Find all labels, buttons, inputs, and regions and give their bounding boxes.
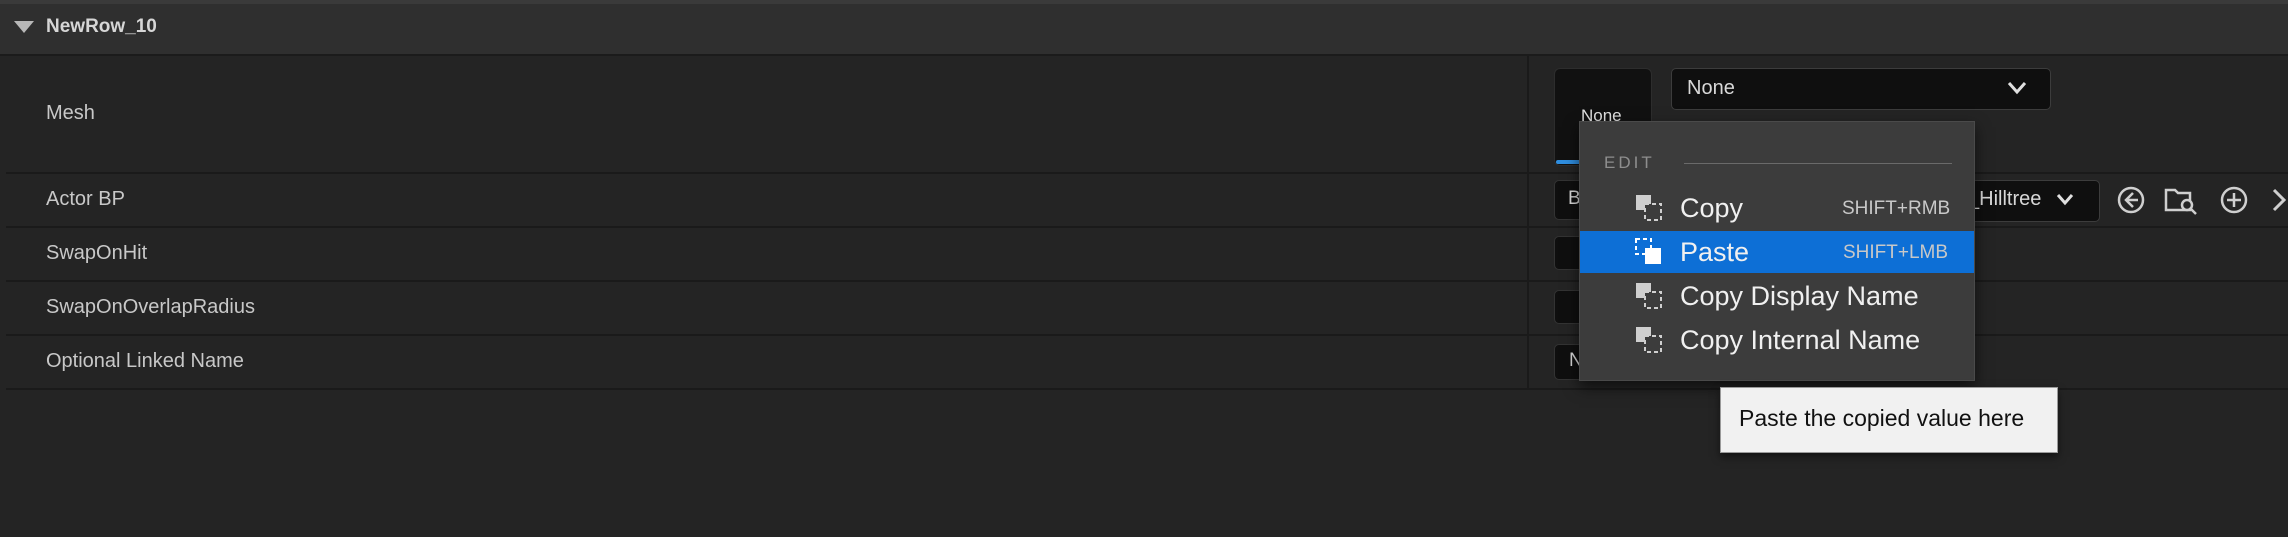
- actor-bp-asset-combo-value: _Hilltree: [1968, 188, 2042, 210]
- chevron-down-icon: [2007, 82, 2027, 95]
- use-selected-arrow-icon[interactable]: [2115, 184, 2147, 216]
- property-label-swap-on-hit: SwapOnHit: [46, 242, 148, 264]
- paste-icon: [1635, 238, 1661, 264]
- browse-folder-search-icon[interactable]: [2163, 182, 2199, 216]
- menu-item-copy-label: Copy: [1680, 193, 1744, 223]
- category-title: NewRow_10: [46, 16, 157, 37]
- column-divider[interactable]: [1527, 56, 1529, 388]
- menu-item-paste-shortcut: SHIFT+LMB: [1843, 242, 1949, 263]
- chevron-right-icon[interactable]: [2270, 186, 2288, 214]
- property-label-swap-on-overlap-radius: SwapOnOverlapRadius: [46, 296, 255, 318]
- menu-section-separator: [1684, 163, 1952, 164]
- category-header[interactable]: [0, 0, 2288, 56]
- property-label-mesh: Mesh: [46, 102, 95, 124]
- copy-icon: [1636, 327, 1662, 353]
- menu-item-paste-label: Paste: [1680, 237, 1750, 267]
- add-plus-circle-icon[interactable]: [2218, 184, 2250, 216]
- property-label-optional-linked-name: Optional Linked Name: [46, 350, 244, 372]
- mesh-asset-combo-value: None: [1687, 77, 1735, 99]
- collapse-arrow-icon[interactable]: [14, 21, 34, 33]
- menu-item-copy-shortcut: SHIFT+RMB: [1842, 198, 1951, 219]
- menu-item-copy-display-name-label: Copy Display Name: [1680, 281, 1919, 311]
- copy-icon: [1636, 195, 1662, 221]
- menu-section-heading: EDIT: [1604, 153, 1655, 172]
- copy-icon: [1636, 283, 1662, 309]
- menu-item-copy-internal-name-label: Copy Internal Name: [1680, 325, 1921, 355]
- chevron-down-icon: [2056, 194, 2074, 206]
- property-label-actor-bp: Actor BP: [46, 188, 125, 210]
- tooltip-text: Paste the copied value here: [1739, 405, 2025, 431]
